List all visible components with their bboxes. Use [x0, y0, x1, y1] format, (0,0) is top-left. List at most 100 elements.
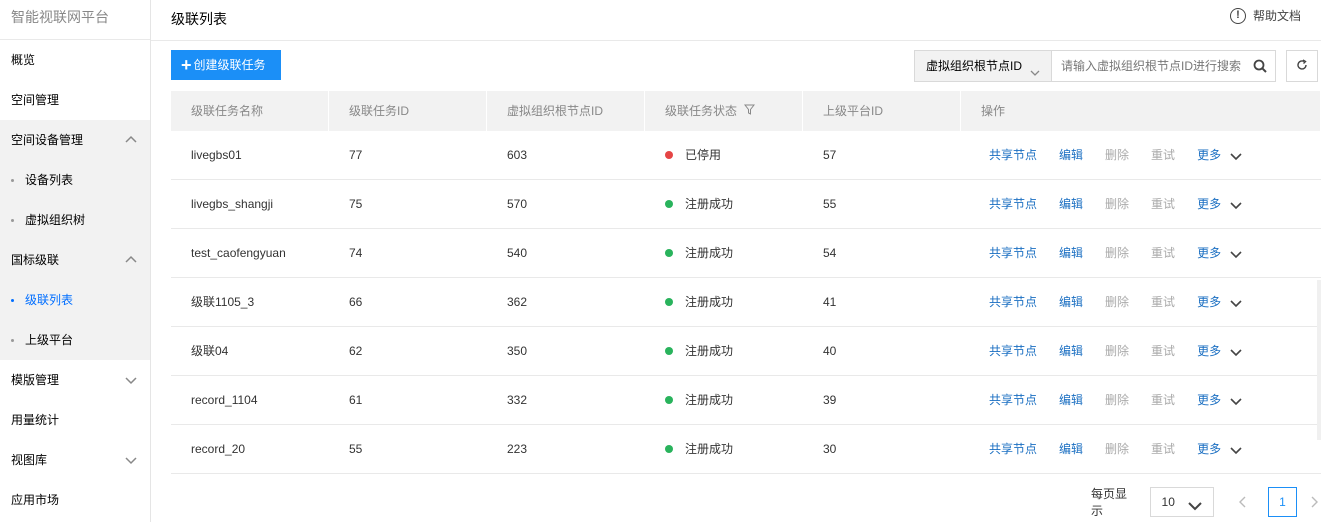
sidebar-item-label: 视图库: [11, 453, 48, 467]
edit-button[interactable]: 编辑: [1059, 180, 1083, 229]
more-button[interactable]: 更多: [1197, 278, 1243, 327]
refresh-button[interactable]: [1286, 50, 1318, 82]
retry-button[interactable]: 重试: [1151, 376, 1175, 425]
chevron-down-icon: [1230, 152, 1242, 160]
status-dot-icon: [665, 395, 673, 404]
table-row: 级联1105_3 66 362 注册成功 41 共享节点 编辑 删除 重试 更多: [171, 278, 1321, 327]
help-docs-label: 帮助文档: [1252, 9, 1301, 23]
edit-button[interactable]: 编辑: [1059, 278, 1083, 327]
column-header-status[interactable]: 级联任务状态: [645, 91, 803, 131]
sidebar-item-space-device-management[interactable]: 空间设备管理: [0, 120, 150, 160]
delete-button[interactable]: 删除: [1105, 180, 1129, 229]
cell-root-node-id: 362: [507, 295, 528, 309]
filter-icon[interactable]: [744, 91, 756, 131]
share-nodes-button[interactable]: 共享节点: [989, 229, 1037, 278]
scrollbar[interactable]: [1317, 280, 1321, 440]
delete-button[interactable]: 删除: [1105, 278, 1129, 327]
sidebar-item-virtual-org-tree[interactable]: 虚拟组织树: [0, 200, 150, 240]
search-field-select-value: 虚拟组织根节点ID: [926, 59, 1023, 73]
cell-name: record_20: [191, 442, 246, 456]
cascade-task-table: 级联任务名称 级联任务ID 虚拟组织根节点ID 级联任务状态 上级平台ID 操作…: [171, 91, 1321, 474]
table-header: 级联任务名称 级联任务ID 虚拟组织根节点ID 级联任务状态 上级平台ID 操作: [171, 91, 1321, 131]
table-row: record_20 55 223 注册成功 30 共享节点 编辑 删除 重试 更多: [171, 425, 1321, 474]
table-row: livegbs01 77 603 已停用 57 共享节点 编辑 删除 重试 更多: [171, 131, 1321, 180]
table-row: test_caofengyuan 74 540 注册成功 54 共享节点 编辑 删除 重试 更多: [171, 229, 1321, 278]
cell-name: record_1104: [191, 393, 258, 407]
search-icon[interactable]: [1245, 51, 1275, 81]
more-button[interactable]: 更多: [1197, 376, 1243, 425]
sidebar-item-usage-stats[interactable]: 用量统计: [0, 400, 150, 440]
page-number-button[interactable]: 1: [1267, 487, 1297, 517]
delete-button[interactable]: 删除: [1105, 425, 1129, 474]
retry-button[interactable]: 重试: [1151, 278, 1175, 327]
delete-button[interactable]: 删除: [1105, 229, 1129, 278]
share-nodes-button[interactable]: 共享节点: [989, 327, 1037, 376]
cell-actions: 共享节点 编辑 删除 重试 更多: [961, 180, 1321, 228]
cell-status: 注册成功: [645, 376, 803, 424]
chevron-up-icon: [124, 133, 138, 147]
sidebar-item-cascade-list[interactable]: 级联列表: [0, 280, 150, 320]
cell-status: 注册成功: [645, 425, 803, 473]
more-button[interactable]: 更多: [1197, 327, 1243, 376]
more-button[interactable]: 更多: [1197, 180, 1243, 229]
sidebar-item-space-management[interactable]: 空间管理: [0, 80, 150, 120]
cell-actions: 共享节点 编辑 删除 重试 更多: [961, 131, 1321, 179]
table-row: 级联04 62 350 注册成功 40 共享节点 编辑 删除 重试 更多: [171, 327, 1321, 376]
page-size-value: 10: [1161, 495, 1175, 509]
next-page-icon[interactable]: [1307, 495, 1321, 509]
edit-button[interactable]: 编辑: [1059, 425, 1083, 474]
retry-button[interactable]: 重试: [1151, 229, 1175, 278]
more-button[interactable]: 更多: [1197, 425, 1243, 474]
share-nodes-button[interactable]: 共享节点: [989, 180, 1037, 229]
search-field-select[interactable]: 虚拟组织根节点ID: [915, 51, 1052, 81]
column-header-name: 级联任务名称: [171, 91, 329, 131]
create-cascade-task-button[interactable]: + 创建级联任务: [171, 50, 281, 80]
sidebar-item-template-management[interactable]: 模版管理: [0, 360, 150, 400]
sidebar-item-view-library[interactable]: 视图库: [0, 440, 150, 480]
sidebar-item-gb-cascade[interactable]: 国标级联: [0, 240, 150, 280]
page-header: 级联列表 ! 帮助文档: [151, 0, 1321, 41]
column-header-upper-platform-id: 上级平台ID: [803, 91, 961, 131]
chevron-down-icon: [124, 453, 138, 467]
sidebar: 智能视联网平台 概览 空间管理 空间设备管理 设备列表 虚拟组织树 国标级联 级…: [0, 0, 151, 522]
edit-button[interactable]: 编辑: [1059, 327, 1083, 376]
cell-name: test_caofengyuan: [191, 246, 286, 260]
cell-root-node-id: 350: [507, 344, 528, 358]
sidebar-item-overview[interactable]: 概览: [0, 40, 150, 80]
previous-page-icon[interactable]: [1236, 495, 1250, 509]
more-button[interactable]: 更多: [1197, 131, 1243, 180]
cell-status: 注册成功: [645, 180, 803, 228]
help-docs-link[interactable]: ! 帮助文档: [1229, 7, 1301, 24]
retry-button[interactable]: 重试: [1151, 425, 1175, 474]
edit-button[interactable]: 编辑: [1059, 229, 1083, 278]
share-nodes-button[interactable]: 共享节点: [989, 376, 1037, 425]
delete-button[interactable]: 删除: [1105, 376, 1129, 425]
retry-button[interactable]: 重试: [1151, 180, 1175, 229]
sidebar-item-app-market[interactable]: 应用市场: [0, 480, 150, 520]
status-dot-icon: [665, 297, 673, 306]
edit-button[interactable]: 编辑: [1059, 131, 1083, 180]
chevron-down-icon: [1230, 446, 1242, 454]
more-button[interactable]: 更多: [1197, 229, 1243, 278]
retry-button[interactable]: 重试: [1151, 327, 1175, 376]
more-label: 更多: [1197, 246, 1222, 260]
cell-root-node-id: 603: [507, 148, 528, 162]
share-nodes-button[interactable]: 共享节点: [989, 278, 1037, 327]
share-nodes-button[interactable]: 共享节点: [989, 131, 1037, 180]
sidebar-item-label: 国标级联: [11, 253, 60, 267]
page-size-select[interactable]: 10: [1149, 487, 1214, 517]
sidebar-item-device-list[interactable]: 设备列表: [0, 160, 150, 200]
retry-button[interactable]: 重试: [1151, 131, 1175, 180]
delete-button[interactable]: 删除: [1105, 327, 1129, 376]
table-row: livegbs_shangji 75 570 注册成功 55 共享节点 编辑 删除 重试 更多: [171, 180, 1321, 229]
delete-button[interactable]: 删除: [1105, 131, 1129, 180]
status-dot-icon: [665, 248, 673, 257]
edit-button[interactable]: 编辑: [1059, 376, 1083, 425]
page-size-label: 每页显示: [1091, 487, 1128, 518]
cell-root-node-id: 332: [507, 393, 528, 407]
cell-id: 55: [349, 442, 363, 456]
search-input[interactable]: [1052, 51, 1245, 81]
share-nodes-button[interactable]: 共享节点: [989, 425, 1037, 474]
status-text: 注册成功: [685, 393, 734, 407]
sidebar-item-upper-platform[interactable]: 上级平台: [0, 320, 150, 360]
